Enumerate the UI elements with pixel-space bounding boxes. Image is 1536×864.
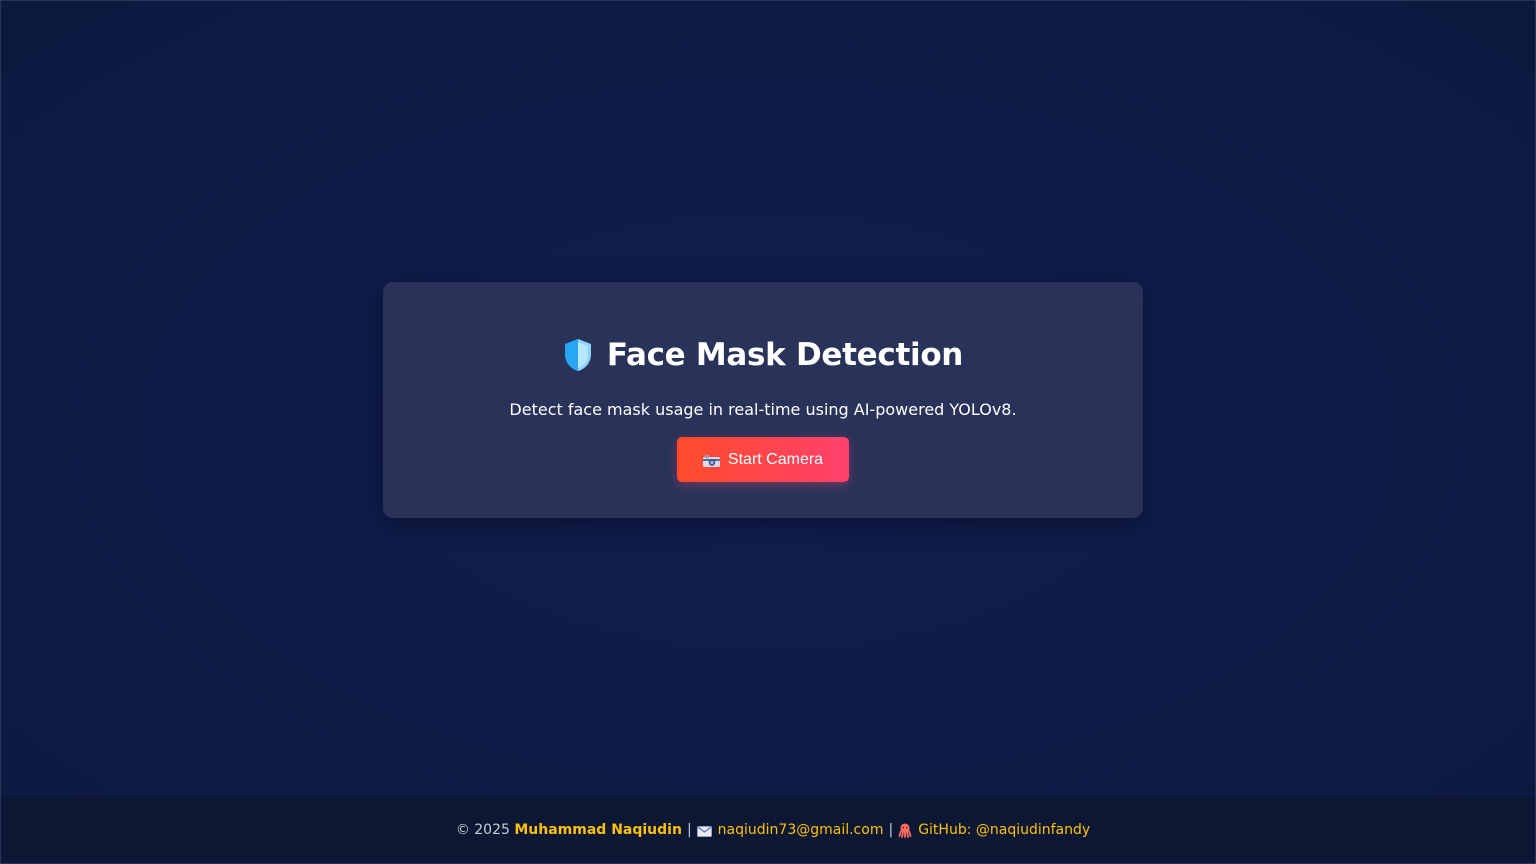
footer-separator: | xyxy=(686,822,692,838)
start-camera-button[interactable]: Start Camera xyxy=(677,437,849,482)
github-text: GitHub: @naqiudinfandy xyxy=(918,822,1091,838)
page-subtitle: Detect face mask usage in real-time usin… xyxy=(509,400,1017,419)
hero-card: Face Mask Detection Detect face mask usa… xyxy=(383,282,1143,518)
start-camera-label: Start Camera xyxy=(727,450,824,468)
title-row: Face Mask Detection xyxy=(563,337,963,373)
footer: © 2025 Muhammad Naqiudin | naqiudin73@gm… xyxy=(1,797,1535,863)
page-title: Face Mask Detection xyxy=(606,337,964,373)
octocat-icon xyxy=(898,823,912,838)
footer-separator: | xyxy=(888,822,894,838)
shield-icon xyxy=(563,338,593,372)
email-link[interactable]: naqiudin73@gmail.com xyxy=(696,822,884,838)
mail-icon xyxy=(696,825,712,837)
copyright-text: © 2025 xyxy=(455,822,510,838)
main-area: Face Mask Detection Detect face mask usa… xyxy=(1,1,1535,797)
github-link[interactable]: GitHub: @naqiudinfandy xyxy=(898,822,1090,838)
camera-icon xyxy=(702,454,720,467)
author-name: Muhammad Naqiudin xyxy=(514,822,682,838)
email-text: naqiudin73@gmail.com xyxy=(717,822,884,838)
